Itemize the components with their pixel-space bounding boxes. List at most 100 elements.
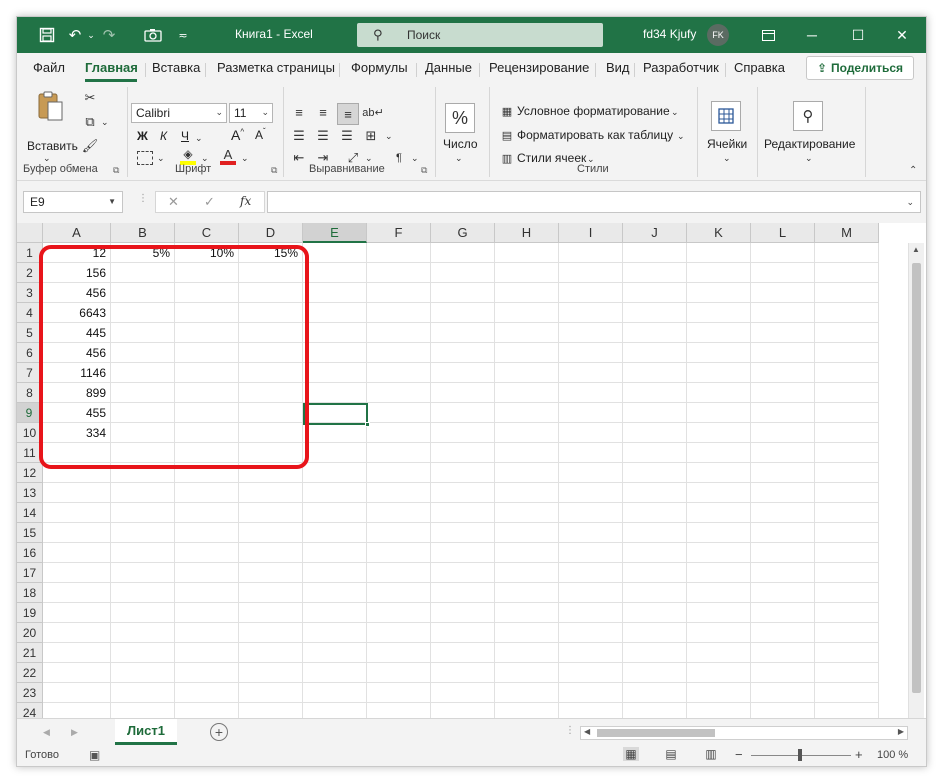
zoom-out-icon[interactable]: − xyxy=(735,747,743,762)
cell-L11[interactable] xyxy=(751,443,815,463)
cell-I17[interactable] xyxy=(559,563,623,583)
cell-F24[interactable] xyxy=(367,703,431,718)
clipboard-launcher-icon[interactable]: ⧉ xyxy=(113,165,119,176)
cell-G8[interactable] xyxy=(431,383,495,403)
insert-function-button[interactable]: fx xyxy=(240,194,251,208)
cell-F14[interactable] xyxy=(367,503,431,523)
kebab-icon[interactable]: ⋮ xyxy=(565,725,575,736)
cell-L15[interactable] xyxy=(751,523,815,543)
cell-F9[interactable] xyxy=(367,403,431,423)
underline-button[interactable]: Ч xyxy=(181,129,189,143)
cell-J12[interactable] xyxy=(623,463,687,483)
cell-G12[interactable] xyxy=(431,463,495,483)
cell-A24[interactable] xyxy=(43,703,111,718)
cell-M9[interactable] xyxy=(815,403,879,423)
font-color-icon[interactable]: A xyxy=(219,147,237,165)
cell-E10[interactable] xyxy=(303,423,367,443)
cell-J16[interactable] xyxy=(623,543,687,563)
font-launcher-icon[interactable]: ⧉ xyxy=(271,165,277,176)
search-box[interactable]: ⚲ Поиск xyxy=(357,23,603,47)
cell-M11[interactable] xyxy=(815,443,879,463)
cell-L8[interactable] xyxy=(751,383,815,403)
align-left-icon[interactable]: ☰ xyxy=(289,127,309,145)
cell-I16[interactable] xyxy=(559,543,623,563)
cell-A14[interactable] xyxy=(43,503,111,523)
number-label[interactable]: Число xyxy=(443,137,478,151)
cell-G13[interactable] xyxy=(431,483,495,503)
cell-I15[interactable] xyxy=(559,523,623,543)
merge-center-icon[interactable]: ⊞ xyxy=(361,127,381,145)
zoom-level[interactable]: 100 % xyxy=(877,749,908,761)
cells-dropdown-icon[interactable]: ⌄ xyxy=(723,153,731,164)
cell-C19[interactable] xyxy=(175,603,239,623)
cell-G19[interactable] xyxy=(431,603,495,623)
tab-developer[interactable]: Разработчик xyxy=(643,60,719,75)
scroll-left-icon[interactable]: ◀ xyxy=(584,727,590,736)
cell-H22[interactable] xyxy=(495,663,559,683)
minimize-icon[interactable]: ─ xyxy=(799,24,825,46)
cell-H1[interactable] xyxy=(495,243,559,263)
cell-styles-icon[interactable]: ▥ xyxy=(499,150,515,166)
cell-J13[interactable] xyxy=(623,483,687,503)
cell-I20[interactable] xyxy=(559,623,623,643)
cell-L13[interactable] xyxy=(751,483,815,503)
cell-K19[interactable] xyxy=(687,603,751,623)
cell-J15[interactable] xyxy=(623,523,687,543)
cell-F16[interactable] xyxy=(367,543,431,563)
cell-E16[interactable] xyxy=(303,543,367,563)
cell-J18[interactable] xyxy=(623,583,687,603)
cell-F12[interactable] xyxy=(367,463,431,483)
user-name[interactable]: fd34 Kjufy xyxy=(643,27,696,41)
cell-D13[interactable] xyxy=(239,483,303,503)
align-center-icon[interactable]: ☰ xyxy=(313,127,333,145)
cell-J5[interactable] xyxy=(623,323,687,343)
scroll-right-icon[interactable]: ▶ xyxy=(898,727,904,736)
cell-I3[interactable] xyxy=(559,283,623,303)
cell-J22[interactable] xyxy=(623,663,687,683)
cell-K14[interactable] xyxy=(687,503,751,523)
cell-E14[interactable] xyxy=(303,503,367,523)
ribbon-display-options-icon[interactable] xyxy=(755,24,781,46)
cell-E21[interactable] xyxy=(303,643,367,663)
format-table-dropdown-icon[interactable]: ⌄ xyxy=(677,131,685,142)
cell-C20[interactable] xyxy=(175,623,239,643)
cell-D24[interactable] xyxy=(239,703,303,718)
cell-G17[interactable] xyxy=(431,563,495,583)
cell-G9[interactable] xyxy=(431,403,495,423)
format-painter-icon[interactable]: 🖌 xyxy=(81,137,99,155)
cell-M14[interactable] xyxy=(815,503,879,523)
cell-A21[interactable] xyxy=(43,643,111,663)
cell-D20[interactable] xyxy=(239,623,303,643)
cell-A17[interactable] xyxy=(43,563,111,583)
cell-I13[interactable] xyxy=(559,483,623,503)
close-icon[interactable]: ✕ xyxy=(889,24,915,46)
page-layout-view-icon[interactable]: ▤ xyxy=(663,747,679,761)
next-sheet-icon[interactable]: ▶ xyxy=(71,727,78,738)
cell-H19[interactable] xyxy=(495,603,559,623)
cut-icon[interactable]: ✂ xyxy=(81,89,99,107)
row-header-12[interactable]: 12 xyxy=(17,463,43,483)
cell-C18[interactable] xyxy=(175,583,239,603)
cell-F6[interactable] xyxy=(367,343,431,363)
cell-I23[interactable] xyxy=(559,683,623,703)
cell-D23[interactable] xyxy=(239,683,303,703)
cell-B16[interactable] xyxy=(111,543,175,563)
editing-dropdown-icon[interactable]: ⌄ xyxy=(805,153,813,164)
cell-I7[interactable] xyxy=(559,363,623,383)
cell-F11[interactable] xyxy=(367,443,431,463)
cell-J11[interactable] xyxy=(623,443,687,463)
cell-H10[interactable] xyxy=(495,423,559,443)
column-header-j[interactable]: J xyxy=(623,223,687,243)
column-header-i[interactable]: I xyxy=(559,223,623,243)
cell-F5[interactable] xyxy=(367,323,431,343)
avatar[interactable]: FK xyxy=(707,24,729,46)
borders-dropdown-icon[interactable]: ⌄ xyxy=(157,153,165,164)
cell-C22[interactable] xyxy=(175,663,239,683)
cell-M15[interactable] xyxy=(815,523,879,543)
column-header-g[interactable]: G xyxy=(431,223,495,243)
cell-F7[interactable] xyxy=(367,363,431,383)
scroll-thumb[interactable] xyxy=(597,729,715,737)
maximize-icon[interactable]: ☐ xyxy=(845,24,871,46)
cell-K22[interactable] xyxy=(687,663,751,683)
tab-review[interactable]: Рецензирование xyxy=(489,60,589,75)
